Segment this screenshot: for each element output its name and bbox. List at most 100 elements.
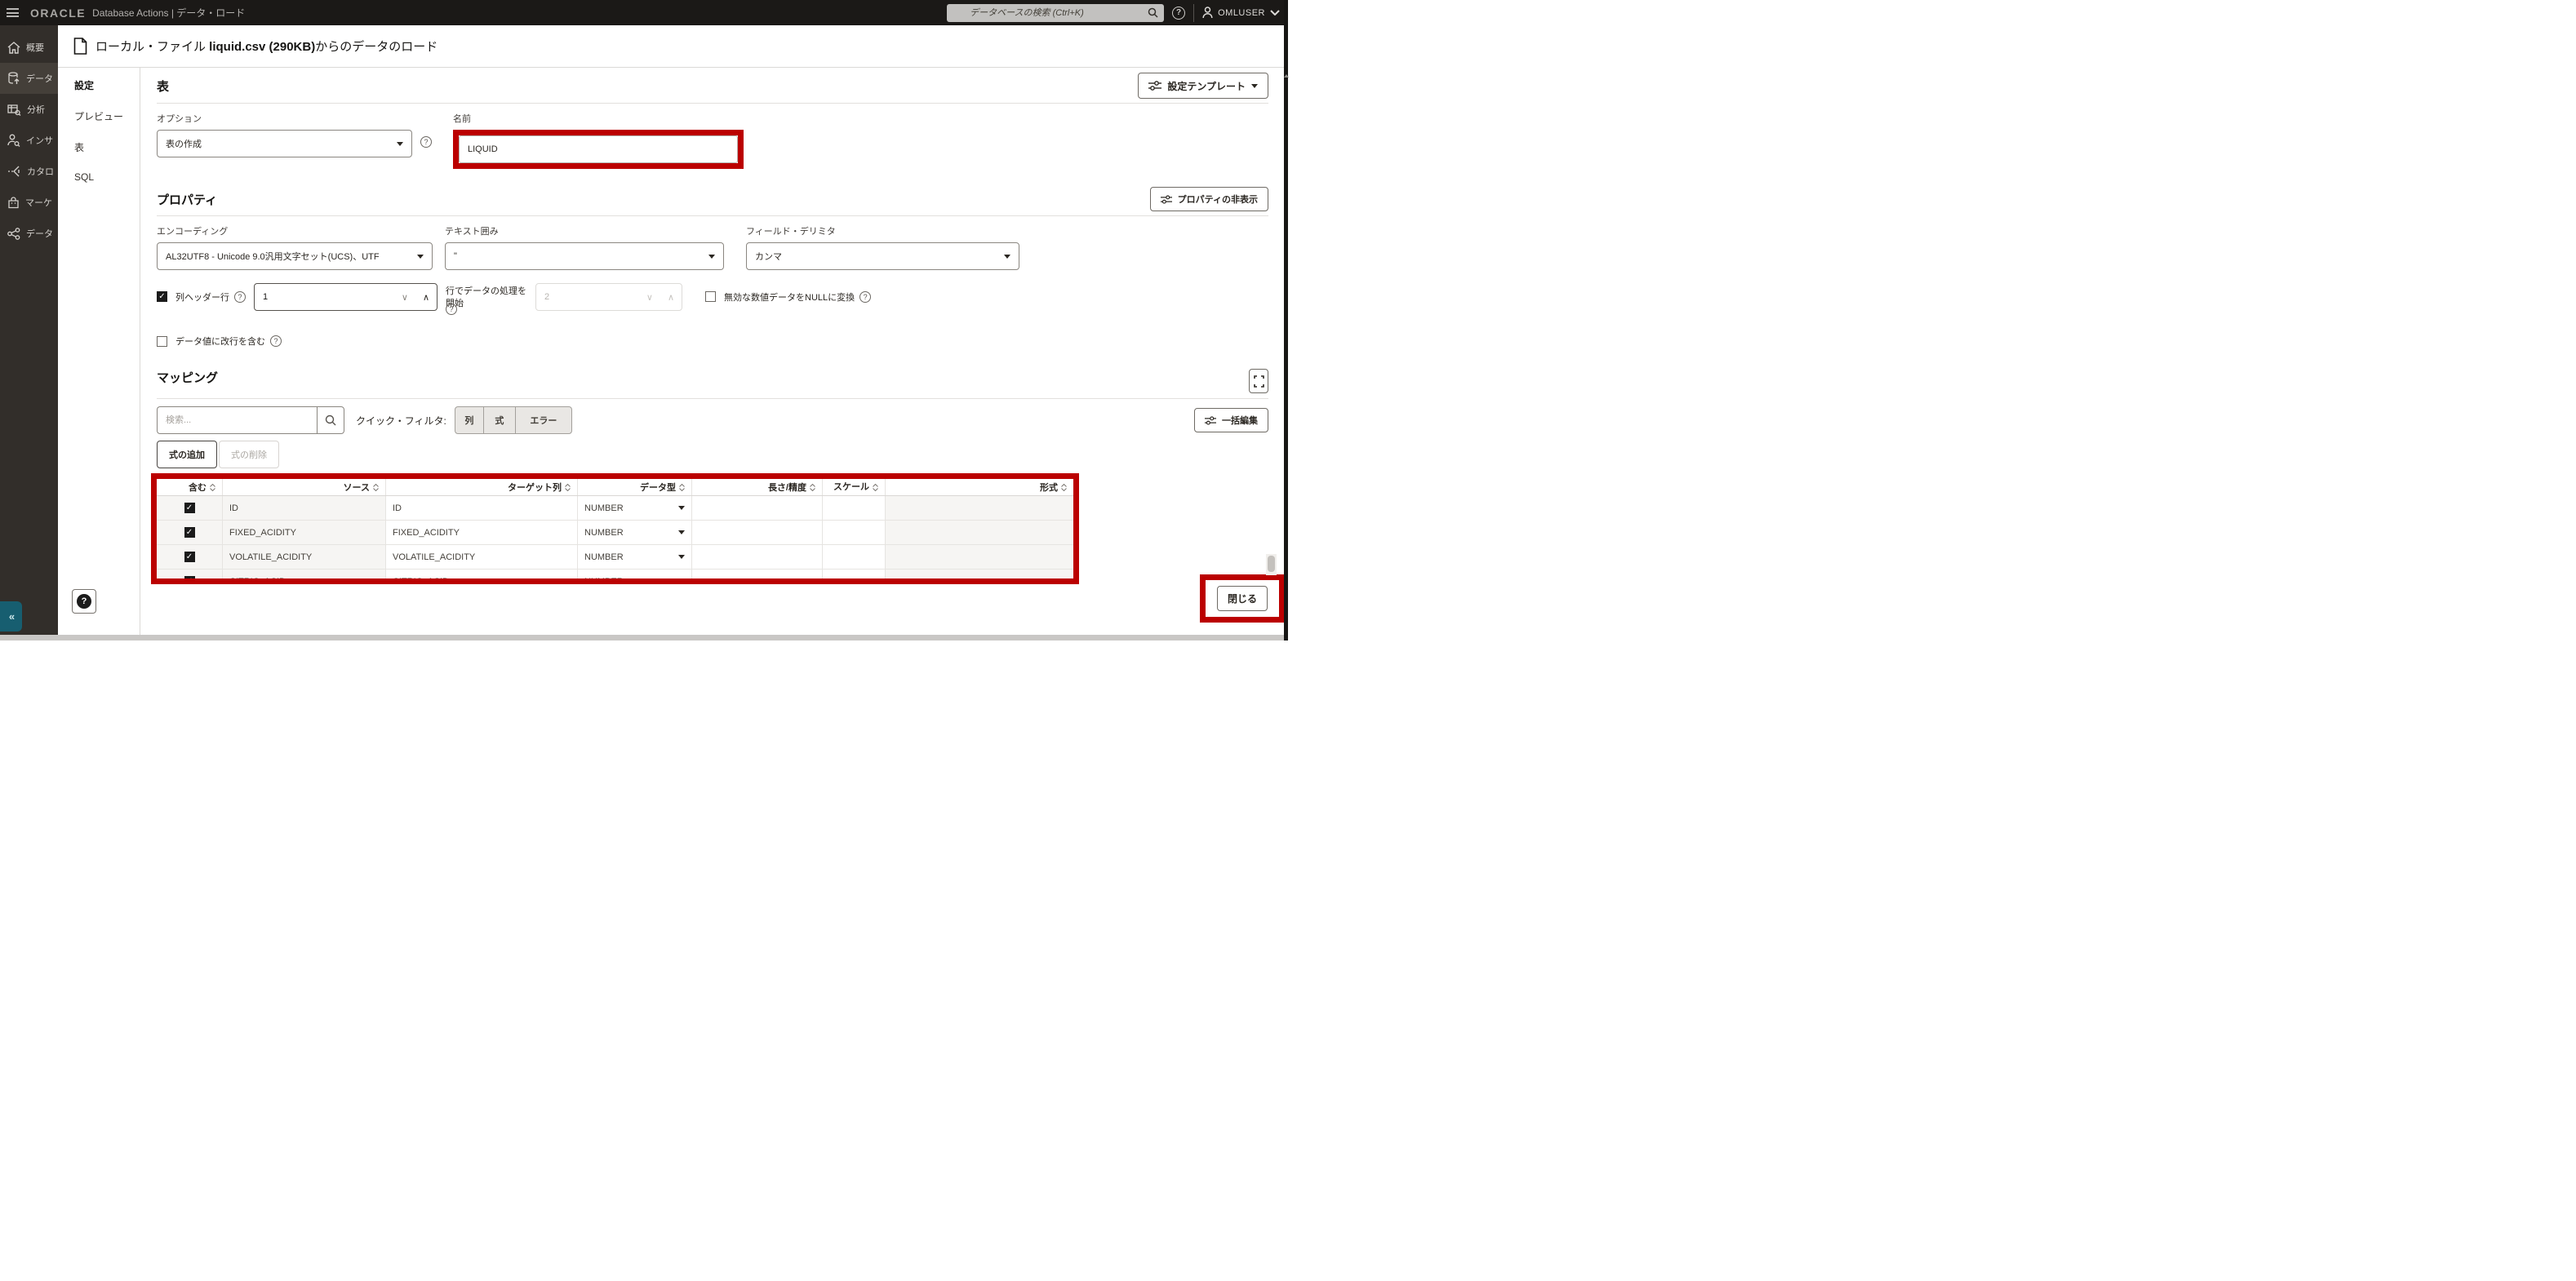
sort-icon: [873, 484, 878, 491]
sort-icon: [1061, 484, 1067, 491]
sidebar-item-marketplace[interactable]: マーケ: [0, 187, 58, 218]
null-convert-checkbox[interactable]: [705, 291, 716, 302]
target-cell[interactable]: FIXED_ACIDITY: [386, 521, 578, 544]
user-menu[interactable]: OMLUSER: [1202, 7, 1280, 19]
sidebar-item-analysis[interactable]: 分析: [0, 94, 58, 125]
table-name-input[interactable]: [459, 135, 738, 163]
sort-icon: [810, 484, 815, 491]
column-header-include[interactable]: 含む: [157, 479, 223, 495]
left-sidebar: 概要 データ 分析 インサ カタロ マーケ データ «: [0, 25, 58, 635]
filter-expressions[interactable]: 式: [484, 407, 516, 433]
hamburger-menu-icon[interactable]: [7, 8, 19, 17]
bottom-edge-strip: [0, 635, 1288, 640]
help-icon[interactable]: ?: [1172, 7, 1185, 20]
row-include-checkbox[interactable]: [184, 552, 195, 562]
target-cell[interactable]: CITRIC_ACID: [386, 570, 578, 578]
mapping-search-input[interactable]: [157, 406, 317, 434]
length-cell[interactable]: [692, 496, 823, 520]
datatype-select[interactable]: NUMBER: [578, 496, 692, 520]
datatype-select[interactable]: NUMBER: [578, 545, 692, 569]
dropdown-caret-icon: [708, 255, 715, 259]
format-cell[interactable]: [886, 521, 1073, 544]
column-header-checkbox[interactable]: [157, 291, 167, 302]
scale-cell[interactable]: [823, 570, 886, 578]
option-help-icon[interactable]: [420, 136, 432, 148]
settings-template-button[interactable]: 設定テンプレート: [1138, 73, 1268, 99]
sidebar-item-insight[interactable]: インサ: [0, 125, 58, 156]
field-delimiter-select[interactable]: カンマ: [746, 242, 1019, 270]
file-icon: [73, 38, 87, 55]
scrollbar-thumb[interactable]: [1268, 556, 1275, 572]
sidebar-collapse-button[interactable]: «: [0, 601, 22, 632]
add-expression-button[interactable]: 式の追加: [157, 441, 217, 468]
column-header-length[interactable]: 長さ/精度: [692, 479, 823, 495]
scale-cell[interactable]: [823, 496, 886, 520]
target-cell[interactable]: ID: [386, 496, 578, 520]
search-icon[interactable]: [1148, 7, 1158, 18]
column-header-source[interactable]: ソース: [223, 479, 386, 495]
scroll-up-icon[interactable]: [1284, 72, 1288, 79]
expand-button[interactable]: [1249, 369, 1268, 393]
newline-checkbox[interactable]: [157, 336, 167, 347]
datatype-select[interactable]: NUMBER: [578, 570, 692, 578]
header-row-spinner[interactable]: 1 ∨ ∧: [254, 283, 437, 311]
target-cell[interactable]: VOLATILE_ACIDITY: [386, 545, 578, 569]
database-search-input[interactable]: [947, 4, 1164, 22]
sidebar-item-data-share[interactable]: データ: [0, 218, 58, 249]
column-header-format[interactable]: 形式: [886, 479, 1073, 495]
option-select[interactable]: 表の作成: [157, 130, 412, 157]
help-button[interactable]: ?: [72, 589, 96, 614]
length-cell[interactable]: [692, 521, 823, 544]
marketplace-icon: [7, 197, 20, 209]
row-include-checkbox[interactable]: [184, 503, 195, 513]
format-cell[interactable]: [886, 545, 1073, 569]
row-include-checkbox[interactable]: [184, 527, 195, 538]
column-header-help-icon[interactable]: [234, 291, 246, 303]
hide-properties-button[interactable]: プロパティの非表示: [1150, 187, 1268, 211]
column-header-label: 列ヘッダー行: [175, 290, 229, 304]
vertical-scrollbar[interactable]: [1266, 554, 1277, 575]
close-button[interactable]: 閉じる: [1217, 586, 1268, 611]
column-header-target[interactable]: ターゲット列: [386, 479, 578, 495]
start-row-help-icon[interactable]: [446, 304, 457, 315]
sidebar-item-data[interactable]: データ: [0, 63, 58, 94]
spinner-up-icon: ∧: [660, 292, 682, 303]
mapping-search-button[interactable]: [317, 406, 344, 434]
filter-errors[interactable]: エラー: [516, 407, 571, 433]
length-cell[interactable]: [692, 570, 823, 578]
chevron-down-icon: [1270, 10, 1280, 16]
subnav-item-sql[interactable]: SQL: [58, 171, 140, 202]
dropdown-caret-icon: [1004, 255, 1010, 259]
bulk-edit-button[interactable]: 一括編集: [1194, 408, 1268, 432]
user-name: OMLUSER: [1218, 8, 1265, 18]
format-cell[interactable]: [886, 570, 1073, 578]
sidebar-item-catalog[interactable]: カタロ: [0, 156, 58, 187]
mapping-table-highlight-box: 含む ソース ターゲット列 データ型 長さ/精度 スケール 形式 ID ID N…: [151, 473, 1079, 584]
null-convert-help-icon[interactable]: [859, 291, 871, 303]
encoding-select[interactable]: AL32UTF8 - Unicode 9.0汎用文字セット(UCS)、UTF: [157, 242, 433, 270]
column-header-datatype[interactable]: データ型: [578, 479, 692, 495]
subnav-item-preview[interactable]: プレビュー: [58, 109, 140, 140]
subnav-item-settings[interactable]: 設定: [58, 78, 140, 109]
sidebar-item-overview[interactable]: 概要: [0, 32, 58, 63]
newline-help-icon[interactable]: [270, 335, 282, 347]
null-convert-label: 無効な数値データをNULLに変換: [724, 290, 855, 304]
topbar-divider: [1193, 4, 1194, 22]
format-cell[interactable]: [886, 496, 1073, 520]
scale-cell[interactable]: [823, 545, 886, 569]
row-include-checkbox[interactable]: [184, 576, 195, 578]
column-header-scale[interactable]: スケール: [823, 479, 886, 495]
length-cell[interactable]: [692, 545, 823, 569]
datatype-select[interactable]: NUMBER: [578, 521, 692, 544]
sidebar-item-label: 概要: [26, 41, 44, 54]
dropdown-caret-icon: [397, 142, 403, 146]
sidebar-item-label: マーケ: [25, 196, 52, 209]
subnav-item-table[interactable]: 表: [58, 140, 140, 171]
filter-columns[interactable]: 列: [455, 407, 484, 433]
sidebar-item-label: データ: [26, 72, 53, 85]
spinner-up-icon[interactable]: ∧: [415, 292, 437, 303]
text-enclosure-select[interactable]: ": [445, 242, 724, 270]
scale-cell[interactable]: [823, 521, 886, 544]
text-enclosure-label: テキスト囲み: [445, 224, 724, 237]
spinner-down-icon[interactable]: ∨: [394, 292, 415, 303]
